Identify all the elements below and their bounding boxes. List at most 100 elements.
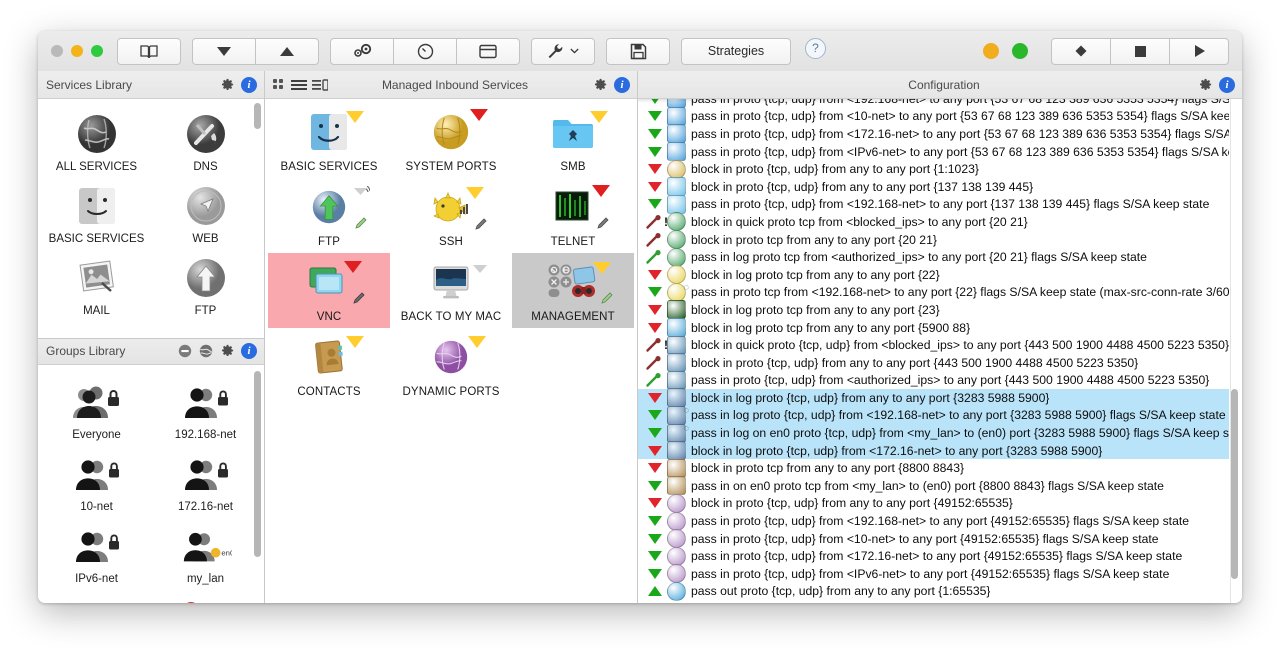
inbound-item-vnc[interactable]: VNC [268,253,390,328]
services-library-info-icon[interactable]: i [241,76,257,93]
minimize-button[interactable] [71,45,83,57]
rules-list[interactable]: pass in proto {tcp, udp} from <192.168-n… [638,99,1229,603]
inbound-item-basic-services[interactable]: BASIC SERVICES [268,103,390,178]
history-clock-button[interactable] [393,37,457,65]
groups-library-scrollbar[interactable] [254,369,261,600]
help-button[interactable]: ? [805,37,826,59]
rule-row[interactable]: pass in proto {tcp, udp} from <172.16-ne… [638,546,1229,566]
stop-button[interactable] [1110,37,1170,65]
rule-row[interactable]: pass in proto {tcp, udp} from <10-net> t… [638,529,1229,549]
window-view-button[interactable] [456,37,520,65]
move-rule-segmented[interactable] [192,37,319,65]
rule-row[interactable]: block in log proto tcp from any to any p… [638,300,1229,320]
inbound-item-contacts[interactable]: CONTACTS [268,328,390,403]
rule-row[interactable]: block in proto {tcp, udp} from any to an… [638,177,1229,197]
rule-service-icon [664,564,688,584]
library-book-button[interactable] [117,37,181,65]
inbound-label: DYNAMIC PORTS [402,386,500,398]
tools-segmented[interactable] [330,37,520,65]
services-library-gear-icon[interactable] [220,78,234,92]
tools-wrench-button[interactable] [531,37,595,65]
inbound-item-ssh[interactable]: SSH [390,178,512,253]
rule-row[interactable]: pass in proto {tcp, udp} from <192.168-n… [638,99,1229,109]
rule-row[interactable]: block in proto {tcp, udp} from any to an… [638,159,1229,179]
rule-text: pass out proto {tcp, udp} from any to an… [691,584,991,599]
rule-row[interactable]: block in log proto {tcp, udp} from any t… [638,388,1229,408]
service-item-mail[interactable]: MAIL [42,249,151,321]
service-item-dns[interactable]: DNS [151,105,260,177]
rule-row[interactable]: block in log proto tcp from any to any p… [638,318,1229,338]
groups-library-gear-icon[interactable] [220,344,234,358]
inbound-item-management[interactable]: MANAGEMENT [512,253,634,328]
groups-library-info-icon[interactable]: i [241,343,257,359]
rule-row[interactable]: block in proto {tcp, udp} from any to an… [638,493,1229,513]
group-item-10-net[interactable]: 10-net [42,445,151,517]
inbound-item-ftp[interactable]: FTP [268,178,390,253]
rule-row[interactable]: pass in proto {tcp, udp} from <192.168-n… [638,194,1229,214]
managed-inbound-gear-icon[interactable] [593,78,607,92]
group-item-everyone[interactable]: Everyone [42,373,151,445]
left-column: Services Library i ALL SERVICES DNS BASI… [38,71,264,603]
service-item-basic-services[interactable]: BASIC SERVICES [42,177,151,249]
strategies-button[interactable]: Strategies [681,37,791,65]
rule-row[interactable]: pass in proto {tcp, udp} from <192.168-n… [638,511,1229,531]
service-item-all-services[interactable]: ALL SERVICES [42,105,151,177]
rule-row[interactable]: pass in log proto tcp from <authorized_i… [638,247,1229,267]
group-item-172-16-net[interactable]: 172.16-net [151,445,260,517]
warning-triangle-red-icon [344,261,362,273]
globe-group-icon[interactable] [199,344,213,358]
rule-row[interactable]: block in proto tcp from any to any port … [638,458,1229,478]
configuration-scrollbar[interactable] [1231,103,1238,599]
rule-row[interactable]: ◌ pass in log on en0 proto {tcp, udp} fro… [638,423,1229,443]
configuration-info-icon[interactable]: i [1219,76,1235,93]
service-item-web[interactable]: WEB [151,177,260,249]
rule-row[interactable]: pass out proto {tcp, udp} from any to an… [638,581,1229,601]
group-item-my-lan[interactable]: en0 my_lan [151,517,260,589]
diamond-button[interactable] [1051,37,1111,65]
rule-row[interactable]: block in log proto tcp from any to any p… [638,265,1229,285]
managed-inbound-panel[interactable]: BASIC SERVICES SYSTEM PORTS SMB FTP SSH … [265,99,637,603]
rule-service-icon [664,441,688,461]
rule-row[interactable]: ◌ pass in log proto {tcp, udp} from <192.… [638,405,1229,425]
rule-row[interactable]: pass in proto {tcp, udp} from <172.16-ne… [638,124,1229,144]
rule-row[interactable]: pass in proto {tcp, udp} from <IPv6-net>… [638,564,1229,584]
edit-pencil-icon [354,216,368,230]
close-button[interactable] [51,45,63,57]
groups-library-panel[interactable]: Everyone 192.168-net 10-net 172.16-net I… [38,364,264,604]
group-item-ipv6-net[interactable]: IPv6-net [42,517,151,589]
window-controls[interactable] [51,45,103,57]
rule-row[interactable]: pass in proto {tcp, udp} from <10-net> t… [638,106,1229,126]
settings-gears-button[interactable] [330,37,394,65]
group-item-192-168-net[interactable]: 192.168-net [151,373,260,445]
configuration-gear-icon[interactable] [1198,78,1212,92]
rule-row[interactable]: block in log proto {tcp, udp} from <172.… [638,441,1229,461]
group-item-169-254-net[interactable]: 169.254-net [42,589,151,604]
rule-row[interactable]: pass in proto {tcp, udp} from <IPv6-net>… [638,142,1229,162]
rule-row[interactable]: ◌ pass in proto tcp from <192.168-net> to… [638,282,1229,302]
managed-inbound-info-icon[interactable]: i [614,76,630,93]
configuration-panel[interactable]: pass in proto {tcp, udp} from <192.168-n… [638,99,1242,603]
inbound-item-smb[interactable]: SMB [512,103,634,178]
rule-row[interactable]: pass in on en0 proto tcp from <my_lan> t… [638,476,1229,496]
rule-row[interactable]: block in proto {tcp, udp} from any to an… [638,353,1229,373]
run-controls-segmented[interactable] [1051,37,1229,65]
save-button[interactable] [606,37,670,65]
play-button[interactable] [1169,37,1229,65]
inbound-item-system-ports[interactable]: SYSTEM PORTS [390,103,512,178]
move-down-button[interactable] [192,37,256,65]
rule-row[interactable]: pass in proto {tcp, udp} from <authorize… [638,370,1229,390]
inbound-item-telnet[interactable]: TELNET [512,178,634,253]
service-item-ftp[interactable]: FTP [151,249,260,321]
services-library-panel[interactable]: ALL SERVICES DNS BASIC SERVICES WEB MAIL… [38,99,264,338]
inbound-item-back-to-my-mac[interactable]: BACK TO MY MAC [390,253,512,328]
services-library-scrollbar[interactable] [254,103,261,334]
inbound-item-dynamic-ports[interactable]: DYNAMIC PORTS [390,328,512,403]
rule-row[interactable]: ! block in quick proto {tcp, udp} from <b… [638,335,1229,355]
rule-row[interactable]: ! block in quick proto tcp from <blocked_… [638,212,1229,232]
remove-group-icon[interactable] [178,344,192,358]
group-item-blocked-hosts[interactable]: blocked-hosts [151,589,260,603]
rule-row[interactable]: block in proto tcp from any to any port … [638,230,1229,250]
maximize-button[interactable] [91,45,103,57]
direction-in-pass-icon [645,551,664,562]
move-up-button[interactable] [255,37,319,65]
